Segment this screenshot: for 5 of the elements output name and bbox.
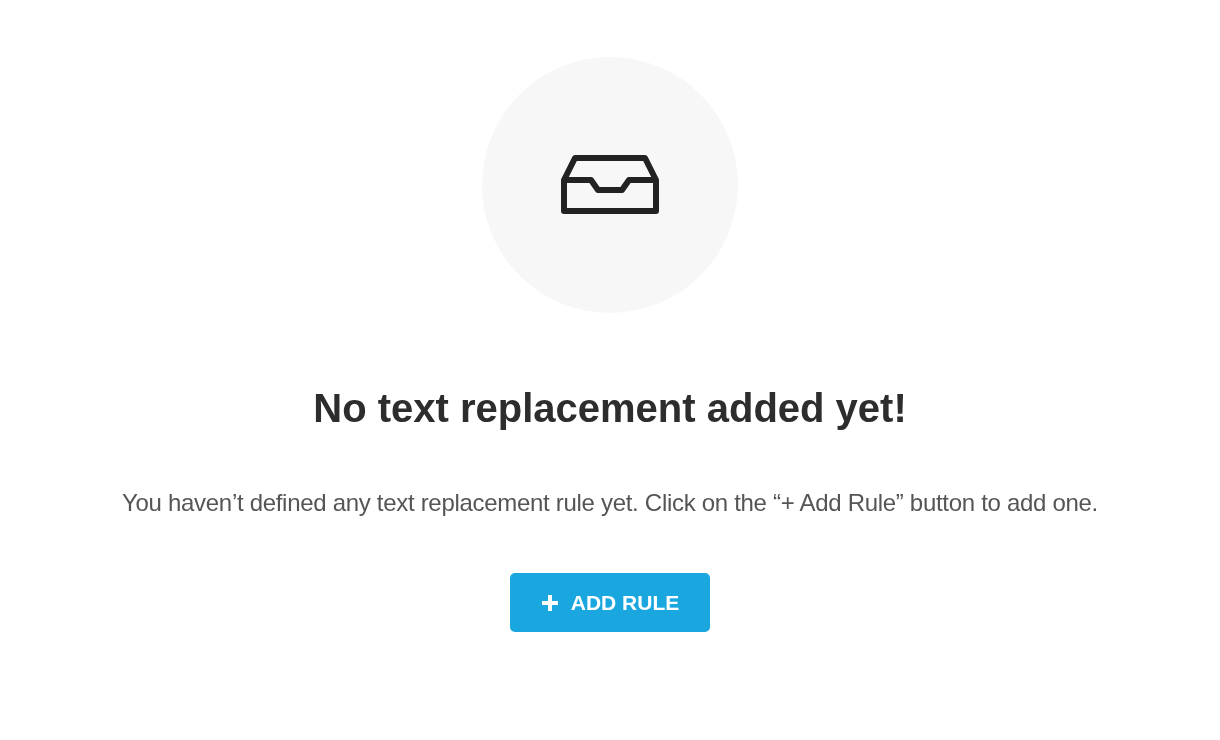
inbox-icon [561,154,659,216]
add-rule-button[interactable]: ADD RULE [510,573,710,632]
empty-state-title: No text replacement added yet! [313,385,907,432]
empty-state-message: You haven’t defined any text replacement rule yet. Click on the “+ Add Rule” button to add one. [121,488,1099,518]
plus-icon [540,593,559,612]
